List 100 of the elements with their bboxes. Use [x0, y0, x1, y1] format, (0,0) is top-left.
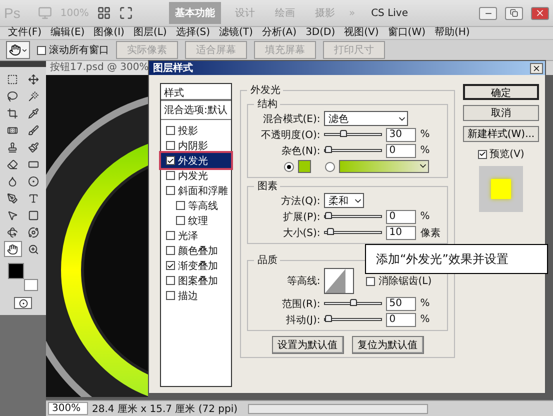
type-icon — [28, 192, 39, 204]
checkbox[interactable] — [166, 231, 175, 240]
rotate-icon — [7, 226, 18, 238]
hand-icon — [7, 244, 18, 254]
background-swatch[interactable] — [24, 279, 38, 291]
checkbox[interactable] — [37, 46, 46, 54]
eraser-icon — [7, 158, 18, 170]
dialog-button[interactable]: 确定 — [463, 84, 539, 100]
checkbox[interactable] — [166, 291, 175, 300]
checkbox-label: 消除锯齿(L) — [378, 274, 432, 288]
field-label: 不透明度(O): — [260, 128, 320, 142]
checkbox[interactable] — [166, 171, 175, 180]
menu-item[interactable]: 3D(D) — [306, 27, 336, 39]
slider-track[interactable] — [324, 149, 382, 152]
menu-item[interactable]: 图像(I) — [94, 27, 124, 39]
style-list-item[interactable]: 投影 — [161, 123, 232, 138]
style-list-item[interactable]: 颜色叠加 — [161, 243, 232, 258]
checkbox[interactable] — [478, 150, 487, 158]
group-title: 外发光 — [249, 84, 282, 97]
pipette-icon — [28, 108, 39, 118]
style-list-item[interactable]: 图案叠加 — [161, 273, 232, 288]
list-header[interactable]: 样式 — [161, 84, 232, 101]
zoom-field[interactable]: 300% — [48, 402, 88, 415]
checkbox[interactable] — [166, 261, 175, 270]
default-button[interactable]: 复位为默认值 — [352, 336, 424, 354]
crop-icon — [7, 108, 18, 118]
style-list-item[interactable]: 斜面和浮雕 — [161, 183, 232, 198]
restore-button[interactable] — [505, 6, 523, 20]
slider-track[interactable] — [324, 231, 382, 234]
style-list-item[interactable]: 光泽 — [161, 228, 232, 243]
close-icon — [535, 8, 545, 18]
menu-item[interactable]: 滤镜(T) — [218, 27, 253, 39]
dialog-button[interactable]: 新建样式(W)... — [463, 126, 539, 142]
wand-icon — [28, 90, 39, 102]
circle-dot-icon — [28, 176, 39, 186]
menu-item[interactable]: 视图(V) — [344, 27, 379, 39]
slider-thumb[interactable] — [327, 228, 334, 235]
checkbox[interactable] — [166, 141, 175, 150]
number-field[interactable]: 0 — [386, 144, 416, 158]
slider-thumb[interactable] — [340, 130, 347, 137]
slider-track[interactable] — [324, 318, 382, 321]
style-list-item[interactable]: 混合选项:默认 — [161, 101, 232, 120]
checkbox[interactable] — [166, 186, 175, 195]
slider-thumb[interactable] — [350, 299, 357, 306]
checkbox[interactable] — [166, 246, 175, 255]
checkbox[interactable] — [366, 276, 376, 286]
checkbox[interactable] — [166, 126, 175, 135]
contour-picker[interactable] — [324, 268, 354, 294]
menu-item[interactable]: 图层(L) — [133, 27, 167, 39]
color-swatch[interactable] — [298, 160, 312, 173]
slider-track[interactable] — [324, 215, 382, 218]
group-title: 结构 — [256, 98, 278, 111]
close-button[interactable] — [530, 62, 543, 74]
pointer-icon — [7, 210, 18, 220]
style-list-item[interactable]: 外发光 — [161, 153, 232, 168]
dashed-square-icon — [7, 74, 18, 84]
radio-button[interactable] — [284, 162, 294, 172]
minimize-button[interactable] — [479, 6, 497, 20]
screen-mode-icon[interactable] — [118, 6, 133, 20]
number-field[interactable]: 0 — [386, 312, 416, 326]
default-button[interactable]: 设置为默认值 — [272, 336, 344, 354]
style-list-item[interactable]: 内阴影 — [161, 138, 232, 153]
slider-track[interactable] — [324, 302, 382, 305]
cs-live-button[interactable]: CS Live — [371, 8, 408, 18]
blend-mode-dropdown[interactable]: 滤色 — [324, 111, 408, 126]
foreground-swatch[interactable] — [8, 263, 24, 279]
slider-thumb[interactable] — [325, 315, 332, 322]
menu-item[interactable]: 分析(A) — [262, 27, 297, 39]
style-list-item[interactable]: 渐变叠加 — [161, 258, 232, 273]
number-field[interactable]: 10 — [386, 226, 416, 240]
menu-item[interactable]: 窗口(W) — [388, 27, 426, 39]
style-list-item[interactable]: 纹理 — [161, 213, 232, 228]
style-list-item[interactable]: 内发光 — [161, 168, 232, 183]
slider-track[interactable] — [324, 133, 382, 136]
style-list-item[interactable]: 等高线 — [161, 198, 232, 213]
checkbox[interactable] — [176, 201, 185, 210]
menu-item[interactable]: 编辑(E) — [50, 27, 85, 39]
slider-thumb[interactable] — [325, 212, 332, 219]
callout-text: 添加“外发光”效果并设置 — [365, 244, 548, 274]
radio-button[interactable] — [325, 162, 336, 172]
menu-item[interactable]: 帮助(H) — [434, 27, 470, 39]
menu-item[interactable]: 选择(S) — [176, 27, 210, 39]
number-field[interactable]: 50 — [386, 296, 416, 310]
style-list-item[interactable]: 描边 — [161, 288, 232, 303]
checkbox[interactable] — [166, 156, 175, 165]
slider-thumb[interactable] — [325, 146, 332, 153]
checkbox[interactable] — [166, 276, 175, 285]
layout-icon[interactable] — [96, 6, 111, 20]
menu-item[interactable]: 文件(F) — [8, 27, 42, 39]
checkbox[interactable] — [176, 216, 185, 225]
horizontal-scrollbar[interactable] — [248, 404, 428, 414]
dialog-button[interactable]: 取消 — [463, 105, 539, 121]
number-field[interactable]: 30 — [386, 128, 416, 142]
tool-preset-picker[interactable] — [6, 41, 30, 59]
gradient-swatch[interactable] — [339, 160, 430, 173]
circle-icon — [18, 298, 28, 308]
tool-button[interactable] — [4, 241, 22, 257]
number-field[interactable]: 0 — [386, 210, 416, 224]
quick-mask-button[interactable] — [14, 297, 32, 309]
technique-dropdown[interactable]: 柔和 — [324, 193, 364, 208]
